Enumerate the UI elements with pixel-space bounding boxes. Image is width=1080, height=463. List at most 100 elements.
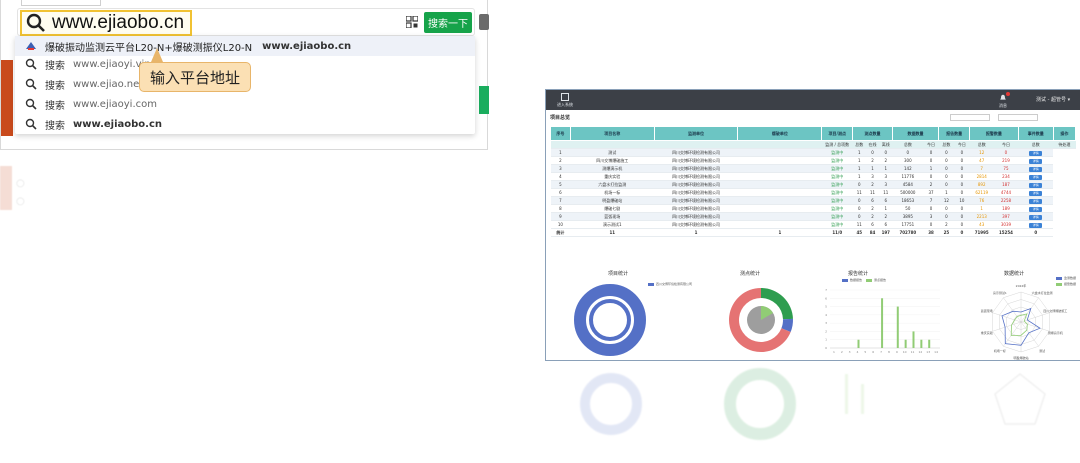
search-button[interactable]: 搜索一下 (424, 12, 472, 33)
table-cell (737, 148, 822, 157)
dashboard-window: 进入系统 消息 测试 - 超管号 ▾ 项目总览 序号 项目名称 监测单位 爆破单… (545, 89, 1080, 361)
table-row: 5 六盘水打拉监测 四川交博环境检测有限公司 监测中 0 2 3 4584 2 0 0 892 187 详… (550, 180, 1076, 189)
col-header: 操作 (1052, 126, 1077, 141)
browser-reflection: ○ ○ (0, 152, 488, 214)
table-cell: 4744 (993, 188, 1019, 197)
suggestion-item[interactable]: 搜索 www.ejiaobo.cn (15, 114, 475, 134)
bell-label: 消息 (999, 103, 1007, 108)
table-cell: 892 (969, 180, 994, 189)
table-cell: 0 (993, 148, 1019, 157)
date-start-input[interactable] (950, 114, 990, 121)
total-cell: 197 (879, 228, 893, 237)
detail-button[interactable]: 详情 (1029, 206, 1043, 212)
table-cell: 六盘水打拉监测 (570, 180, 655, 189)
table-cell: 18653 (892, 196, 924, 205)
action-cell: 详情 (1018, 148, 1054, 157)
table-cell: 397 (993, 212, 1019, 221)
ring-center (596, 306, 624, 334)
user-menu[interactable]: 测试 - 超管号 ▾ (1036, 96, 1070, 103)
notification-dot (1006, 92, 1010, 96)
table-cell: 监测中 (821, 172, 853, 181)
detail-button[interactable]: 详情 (1029, 198, 1043, 204)
detail-button[interactable]: 详情 (1029, 158, 1043, 164)
total-cell: 25 (938, 228, 955, 237)
table-cell: 0 (954, 212, 970, 221)
table-cell: 2 (550, 156, 571, 165)
table-cell: 2 (865, 204, 880, 213)
table-cell: 0 (938, 180, 955, 189)
bell-icon[interactable]: 消息 (998, 92, 1010, 108)
search-icon (26, 13, 45, 32)
table-row: 1 测试 四川交博环境检测有限公司 监测中 1 0 0 0 0 0 0 12 0 详情 (550, 148, 1076, 157)
detail-button[interactable]: 详情 (1029, 214, 1043, 220)
table-cell: 76 (969, 196, 994, 205)
dashboard-logo[interactable]: 进入系统 (556, 93, 574, 108)
table-cell: 50 (892, 204, 924, 213)
suggestion-item[interactable]: 搜索 www.ejiaoyi.com (15, 94, 475, 114)
sub-header-cell: 总数 (1018, 140, 1054, 149)
table-cell: 0 (938, 156, 955, 165)
table-cell: 监测中 (821, 156, 853, 165)
detail-button[interactable]: 详情 (1029, 174, 1043, 180)
suggestion-item[interactable]: 爆破振动监测云平台L20-N+爆破测振仪L20-N www.ejiaobo.cn (15, 36, 475, 56)
detail-button[interactable]: 详情 (1029, 150, 1043, 156)
x-tick-label: 10 (903, 350, 907, 354)
sub-header-cell: 总数 (938, 140, 955, 149)
table-cell: 11 (852, 220, 866, 229)
table-cell (737, 164, 822, 173)
table-cell: 17751 (892, 220, 924, 229)
table-cell: 11 (865, 188, 880, 197)
detail-button[interactable]: 详情 (1029, 190, 1043, 196)
total-cell: 702780 (892, 228, 924, 237)
y-tick-label: 6 (825, 296, 827, 300)
radar-axis-label: 重庆实验 (981, 330, 993, 335)
table-cell: 187 (993, 180, 1019, 189)
search-bar[interactable]: www.ejiaobo.cn 搜索一下 (17, 8, 475, 36)
suggestion-url: www.ejiaoyi.com (73, 98, 157, 110)
legend-item: 四川交博环境检测有限公司 (648, 282, 692, 286)
date-end-input[interactable] (998, 114, 1038, 121)
search-query-text: www.ejiaobo.cn (52, 12, 185, 33)
table-cell: 11 (852, 188, 866, 197)
detail-button[interactable]: 详情 (1029, 182, 1043, 188)
table-row: 2 四川交博爆破施工 四川交博环境检测有限公司 监测中 1 2 2 300 0 0 0 47 219 详情 (550, 156, 1076, 165)
table-cell: 2 (938, 220, 955, 229)
total-cell: 0 (1018, 228, 1054, 237)
table-cell: 1 (852, 156, 866, 165)
total-cell: 0 (954, 228, 970, 237)
detail-button[interactable]: 详情 (1029, 166, 1043, 172)
x-tick-label: 7 (880, 350, 882, 354)
search-input[interactable]: www.ejiaobo.cn (20, 10, 192, 36)
radar-axis-label: 测试 (1039, 348, 1045, 353)
total-cell: 11 (570, 228, 655, 237)
total-cell: 84 (865, 228, 880, 237)
table-cell: 1 (879, 204, 893, 213)
table-cell: 219 (993, 156, 1019, 165)
sub-header-cell: 总数 (892, 140, 924, 149)
table-cell: 1 (550, 148, 571, 157)
sub-header-cell (654, 140, 738, 149)
table-cell: 0 (865, 148, 880, 157)
table-cell: 234 (993, 172, 1019, 181)
table-cell: 0 (938, 172, 955, 181)
qr-code-icon[interactable] (406, 16, 418, 28)
table-cell: 3 (879, 172, 893, 181)
table-cell: 3039 (993, 220, 1019, 229)
table-cell: 9 (550, 212, 571, 221)
table-cell: 0 (954, 148, 970, 157)
table-cell: 四川交博爆破施工 (570, 156, 655, 165)
table-cell: 12 (969, 148, 994, 157)
site-logo-icon (26, 42, 36, 50)
table-cell (737, 212, 822, 221)
table-cell: 37 (923, 188, 939, 197)
table-cell: 10 (550, 220, 571, 229)
table-cell: 62119 (969, 188, 994, 197)
table-cell: 四川交博环境检测有限公司 (654, 188, 738, 197)
table-cell: 监测中 (821, 212, 853, 221)
detail-button[interactable]: 详情 (1029, 222, 1043, 228)
table-cell: 11776 (892, 172, 924, 181)
radar-axis (1003, 297, 1022, 323)
action-cell: 详情 (1018, 164, 1054, 173)
table-cell: 2213 (969, 212, 994, 221)
table-cell: 四川交博环境检测有限公司 (654, 180, 738, 189)
